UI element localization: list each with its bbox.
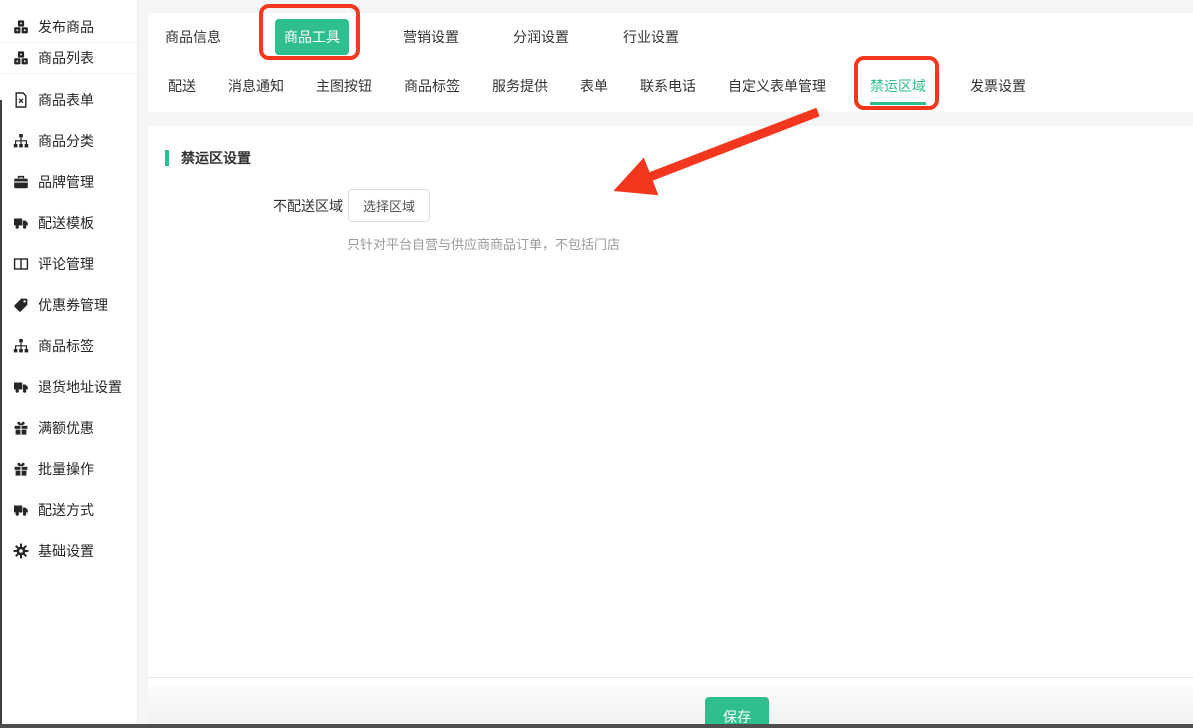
sidebar-item-delivery-template[interactable]: 配送模板 [0, 202, 137, 243]
sidebar-item-label: 评论管理 [38, 254, 94, 274]
sidebar-item-label: 满额优惠 [38, 418, 94, 438]
secondary-tabs: 配送 消息通知 主图按钮 商品标签 服务提供 表单 联系电话 自定义表单管理 禁运区域 发票设置 [168, 61, 1026, 111]
truck-icon [13, 215, 29, 231]
window-bottom-edge [0, 724, 1193, 728]
sidebar-item-goods-list[interactable]: 商品列表 [0, 43, 137, 74]
tab-main-image-button[interactable]: 主图按钮 [316, 76, 372, 96]
sidebar-item-label: 发布商品 [38, 17, 94, 37]
sidebar-item-publish-goods[interactable]: 发布商品 [0, 12, 137, 43]
tab-service-provide[interactable]: 服务提供 [492, 76, 548, 96]
tabs-card: 商品信息 商品工具 营销设置 分润设置 行业设置 配送 消息通知 主图按钮 商品标签 服务提供 表… [148, 13, 1193, 112]
tab-marketing-settings[interactable]: 营销设置 [403, 27, 459, 47]
sidebar-item-basic-settings[interactable]: 基础设置 [0, 530, 137, 571]
gift-icon [13, 461, 29, 477]
section-header: 禁运区设置 [165, 148, 1193, 168]
section-accent-bar [165, 150, 169, 166]
file-x-icon [13, 92, 29, 108]
tab-goods-label[interactable]: 商品标签 [404, 76, 460, 96]
section-title: 禁运区设置 [181, 148, 251, 168]
tab-embargo-area[interactable]: 禁运区域 [870, 76, 926, 105]
sidebar-item-label: 配送方式 [38, 500, 94, 520]
tab-profit-sharing-settings[interactable]: 分润设置 [513, 27, 569, 47]
sidebar-item-goods-tags[interactable]: 商品标签 [0, 325, 137, 366]
packages-icon [13, 19, 29, 35]
truck-icon [13, 379, 29, 395]
sitemap-icon [13, 338, 29, 354]
sidebar-item-full-amount-discount[interactable]: 满额优惠 [0, 407, 137, 448]
sidebar-item-return-address-settings[interactable]: 退货地址设置 [0, 366, 137, 407]
tab-contact-phone[interactable]: 联系电话 [640, 76, 696, 96]
tab-industry-settings[interactable]: 行业设置 [623, 27, 679, 47]
tab-custom-form-management[interactable]: 自定义表单管理 [728, 76, 826, 96]
tab-goods-info[interactable]: 商品信息 [165, 27, 221, 47]
sidebar-item-label: 退货地址设置 [38, 377, 122, 397]
tag-icon [13, 297, 29, 313]
tab-delivery[interactable]: 配送 [168, 76, 196, 96]
no-delivery-area-row: 不配送区域 选择区域 [148, 189, 1193, 222]
sidebar-item-goods-form[interactable]: 商品表单 [0, 79, 137, 120]
gear-icon [13, 543, 29, 559]
sidebar-item-label: 批量操作 [38, 459, 94, 479]
sidebar-item-brand-management[interactable]: 品牌管理 [0, 161, 137, 202]
select-region-button[interactable]: 选择区域 [348, 189, 430, 222]
panel-footer: 保存 [148, 677, 1193, 728]
sidebar-item-goods-category[interactable]: 商品分类 [0, 120, 137, 161]
sidebar-item-label: 商品标签 [38, 336, 94, 356]
columns-icon [13, 256, 29, 272]
sidebar-item-label: 商品表单 [38, 90, 94, 110]
sidebar-item-label: 商品列表 [38, 48, 94, 68]
sidebar-item-label: 配送模板 [38, 213, 94, 233]
helper-text: 只针对平台自营与供应商商品订单，不包括门店 [347, 234, 1193, 253]
sidebar-item-batch-operations[interactable]: 批量操作 [0, 448, 137, 489]
truck-icon [13, 502, 29, 518]
packages-icon [13, 50, 29, 66]
primary-tabs: 商品信息 商品工具 营销设置 分润设置 行业设置 [165, 13, 679, 61]
sidebar-nav: 发布商品商品列表商品表单商品分类品牌管理配送模板评论管理优惠券管理商品标签退货地… [0, 0, 138, 728]
tab-message-notification[interactable]: 消息通知 [228, 76, 284, 96]
no-delivery-area-label: 不配送区域 [148, 196, 343, 216]
sidebar-item-label: 优惠券管理 [38, 295, 108, 315]
window-left-edge [0, 100, 2, 728]
sidebar-item-label: 基础设置 [38, 541, 94, 561]
gift-icon [13, 420, 29, 436]
main-panel: 禁运区设置 不配送区域 选择区域 只针对平台自营与供应商商品订单，不包括门店 保… [148, 126, 1193, 728]
tab-form[interactable]: 表单 [580, 76, 608, 96]
sidebar-item-label: 品牌管理 [38, 172, 94, 192]
sidebar-item-delivery-method[interactable]: 配送方式 [0, 489, 137, 530]
sidebar-item-label: 商品分类 [38, 131, 94, 151]
sitemap-icon [13, 133, 29, 149]
tab-goods-tools[interactable]: 商品工具 [275, 19, 349, 55]
sidebar-item-coupon-management[interactable]: 优惠券管理 [0, 284, 137, 325]
tab-invoice-settings[interactable]: 发票设置 [970, 76, 1026, 96]
briefcase-icon [13, 174, 29, 190]
sidebar-item-review-management[interactable]: 评论管理 [0, 243, 137, 284]
